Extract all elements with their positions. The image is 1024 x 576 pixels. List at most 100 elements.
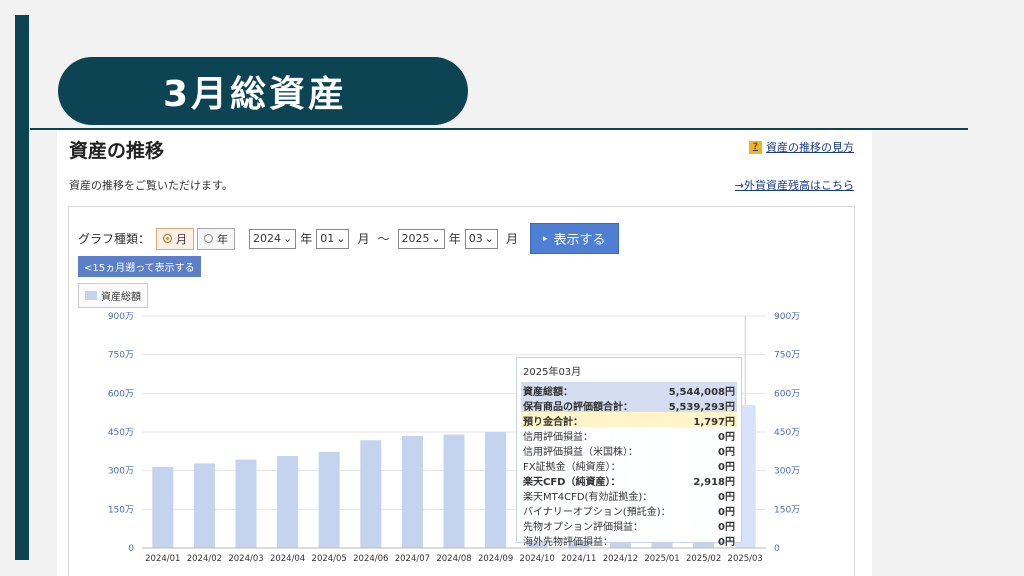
- bar: [277, 455, 299, 548]
- foreign-currency-link[interactable]: →外貨資産残高はこちら: [735, 177, 854, 193]
- chevron-down-icon: ⌄: [283, 232, 293, 245]
- chart-container: グラフ種類： 月 年 2024 ⌄ 年 01 ⌄ 月 〜 2025 ⌄ 年 03 ⌄ 月…: [68, 206, 855, 576]
- x-tick-label: 2024/12: [603, 554, 638, 564]
- tooltip-row-value: 0円: [718, 522, 735, 533]
- bar: [401, 435, 423, 548]
- x-tick-label: 2024/04: [270, 554, 305, 564]
- bar: [318, 451, 340, 548]
- tooltip-row: 楽天CFD（純資産）： 2,918円: [521, 472, 737, 488]
- tooltip-row-value: 5,539,293円: [668, 402, 735, 413]
- range-tilde: 〜: [377, 232, 390, 246]
- y-tick-label-right: 900万: [774, 312, 800, 322]
- y-tick-label-left: 450万: [108, 428, 134, 438]
- x-tick-label: 2024/09: [478, 554, 513, 564]
- play-icon: ▸: [542, 233, 548, 244]
- tooltip-row: 預り金合計： 1,797円: [521, 412, 737, 428]
- x-tick-label: 2024/07: [395, 554, 430, 564]
- tooltip-row: 海外先物評価損益： 0円: [521, 532, 737, 548]
- to-month-select[interactable]: 03 ⌄: [464, 228, 498, 249]
- panel-title: 資産の推移: [69, 140, 165, 162]
- asset-transition-panel: 資産の推移 ? 資産の推移の見方 資産の推移をご覧いただけます。 →外貨資産残高…: [57, 130, 872, 576]
- x-tick-label: 2024/03: [228, 554, 263, 564]
- y-tick-label-left: 900万: [108, 312, 134, 322]
- month-unit: 月: [505, 232, 518, 246]
- tooltip-row: 保有商品の評価額合計： 5,539,293円: [521, 397, 737, 413]
- y-tick-label-left: 0: [128, 544, 134, 554]
- bar: [235, 459, 257, 548]
- tooltip-row-label: 楽天CFD（純資産）：: [523, 477, 621, 488]
- radio-unchecked-icon: [204, 234, 214, 243]
- tooltip-row-value: 0円: [718, 492, 735, 503]
- radio-year[interactable]: 年: [197, 227, 236, 250]
- x-tick-label: 2024/10: [520, 554, 555, 564]
- radio-checked-icon: [163, 234, 173, 243]
- tooltip-row: FX証拠金（純資産）： 0円: [521, 457, 737, 473]
- legend-label: 資産総額: [101, 292, 141, 303]
- slide-title: 3月総資産: [58, 57, 468, 125]
- year-unit: 年: [300, 232, 313, 246]
- tooltip-row-value: 1,797円: [693, 417, 735, 428]
- y-tick-label-left: 750万: [108, 351, 134, 361]
- y-tick-label-right: 750万: [774, 351, 800, 361]
- tooltip-row: バイナリーオプション(預託金)： 0円: [521, 502, 737, 518]
- help-link[interactable]: ? 資産の推移の見方: [749, 139, 854, 155]
- year-unit: 年: [448, 232, 461, 246]
- month-unit: 月: [357, 232, 370, 246]
- x-tick-label: 2025/02: [686, 554, 721, 564]
- tooltip-header: 2025年03月: [523, 367, 582, 378]
- tooltip-row-label: 資産総額：: [523, 387, 573, 398]
- chart-controls: グラフ種類： 月 年 2024 ⌄ 年 01 ⌄ 月 〜 2025 ⌄ 年 03 ⌄ 月…: [78, 223, 619, 254]
- chart-legend[interactable]: 資産総額: [78, 283, 148, 308]
- x-tick-label: 2025/01: [644, 554, 679, 564]
- from-year-select[interactable]: 2024 ⌄: [249, 228, 297, 249]
- x-tick-label: 2024/01: [145, 554, 180, 564]
- tooltip-row-value: 2,918円: [693, 477, 735, 488]
- radio-year-label: 年: [217, 232, 229, 246]
- x-tick-label: 2025/03: [728, 554, 763, 564]
- from-month-select[interactable]: 01 ⌄: [316, 228, 350, 249]
- chart-tooltip: 2025年03月 資産総額： 5,544,008円保有商品の評価額合計： 5,539…: [516, 357, 742, 548]
- show-button[interactable]: ▸ 表示する: [529, 223, 619, 254]
- chevron-down-icon: ⌄: [336, 232, 346, 245]
- help-link-label[interactable]: 資産の推移の見方: [766, 139, 854, 155]
- bar: [485, 432, 507, 548]
- bar: [360, 440, 382, 548]
- help-icon: ?: [749, 140, 762, 154]
- tooltip-row-label: 保有商品の評価額合計：: [523, 402, 633, 413]
- y-tick-label-right: 450万: [774, 428, 800, 438]
- legend-swatch: [85, 291, 97, 300]
- y-tick-label-left: 300万: [108, 467, 134, 477]
- x-tick-label: 2024/11: [561, 554, 596, 564]
- y-tick-label-right: 150万: [774, 505, 800, 515]
- tooltip-row: 信用評価損益（米国株）： 0円: [521, 442, 737, 458]
- tooltip-row-value: 0円: [718, 447, 735, 458]
- graph-type-label: グラフ種類：: [78, 232, 151, 246]
- tooltip-row-value: 0円: [718, 507, 735, 518]
- tooltip-row-label: 楽天MT4CFD(有効証拠金)：: [523, 492, 653, 503]
- y-tick-label-left: 600万: [108, 389, 134, 399]
- x-tick-label: 2024/02: [187, 554, 222, 564]
- x-tick-label: 2024/05: [312, 554, 347, 564]
- show-button-label: 表示する: [553, 233, 606, 248]
- to-year-select[interactable]: 2025 ⌄: [397, 228, 445, 249]
- chevron-down-icon: ⌄: [431, 232, 441, 245]
- tooltip-row-label: 信用評価損益：: [523, 432, 593, 443]
- tooltip-row-value: 5,544,008円: [668, 387, 735, 398]
- tooltip-row-value: 0円: [718, 537, 735, 548]
- tooltip-row-label: 信用評価損益（米国株）：: [523, 447, 638, 458]
- tooltip-row-label: FX証拠金（純資産）：: [523, 462, 621, 473]
- radio-month-label: 月: [176, 232, 188, 246]
- radio-month[interactable]: 月: [156, 227, 195, 250]
- slide-accent-bar: [15, 15, 29, 560]
- tooltip-row-label: バイナリーオプション(預託金)：: [523, 507, 671, 518]
- bar: [193, 463, 215, 548]
- y-tick-label-right: 600万: [774, 389, 800, 399]
- chevron-down-icon: ⌄: [484, 232, 494, 245]
- tooltip-row-value: 0円: [718, 432, 735, 443]
- x-tick-label: 2024/06: [353, 554, 388, 564]
- x-tick-label: 2024/08: [436, 554, 471, 564]
- tooltip-row: 先物オプション評価損益： 0円: [521, 517, 737, 533]
- tooltip-row-value: 0円: [718, 462, 735, 473]
- panel-description: 資産の推移をご覧いただけます。: [69, 179, 233, 192]
- back-15-months-button[interactable]: <15ヵ月遡って表示する: [78, 256, 201, 277]
